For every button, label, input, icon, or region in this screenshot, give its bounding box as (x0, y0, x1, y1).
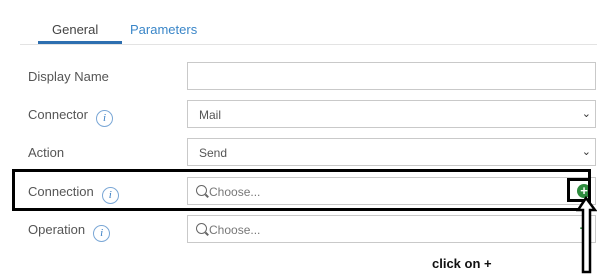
action-row: Action Send ⌄ (0, 135, 597, 171)
info-icon[interactable]: i (95, 110, 113, 127)
chevron-down-icon: ⌄ (581, 108, 591, 120)
annotation-text: click on + (432, 256, 492, 271)
action-select[interactable]: Send ⌄ (187, 138, 596, 166)
tab-general[interactable]: General (52, 22, 98, 37)
tab-parameters[interactable]: Parameters (130, 22, 197, 37)
arrow-up-icon (576, 196, 597, 274)
operation-search-input[interactable]: Choose... + (187, 215, 596, 243)
search-icon (196, 223, 207, 234)
connector-label: Connector i (28, 107, 113, 127)
display-name-label: Display Name (28, 69, 109, 84)
connector-value: Mail (199, 108, 222, 122)
action-value: Send (199, 146, 228, 160)
display-name-input[interactable] (187, 62, 596, 90)
tab-bar: General Parameters (0, 0, 597, 48)
operation-label-text: Operation (28, 222, 86, 237)
operation-label: Operation i (28, 222, 111, 242)
action-label: Action (28, 145, 65, 160)
display-name-row: Display Name (0, 59, 597, 95)
properties-panel: General Parameters Display Name Connecto… (0, 0, 597, 275)
operation-placeholder: Choose... (209, 223, 261, 237)
connector-label-text: Connector (28, 107, 88, 122)
connection-highlight-box (12, 169, 591, 211)
operation-row: Operation i Choose... + (0, 212, 597, 248)
info-icon[interactable]: i (93, 225, 111, 242)
tab-divider (20, 44, 597, 45)
connector-row: Connector i Mail ⌄ (0, 97, 597, 133)
chevron-down-icon: ⌄ (581, 146, 591, 158)
connector-select[interactable]: Mail ⌄ (187, 100, 596, 128)
